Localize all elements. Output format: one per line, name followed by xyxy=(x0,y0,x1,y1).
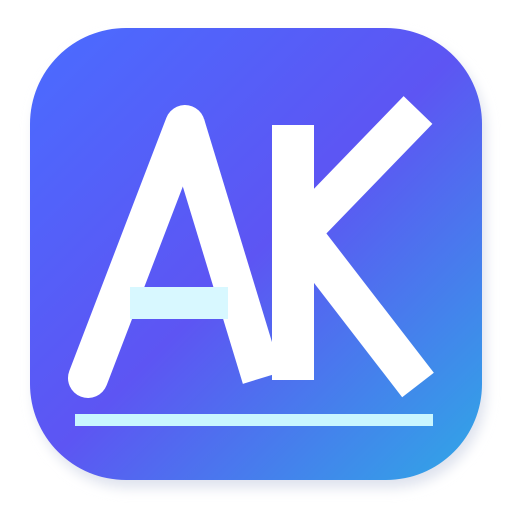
app-icon-canvas: AK xyxy=(0,0,512,512)
icon-background xyxy=(30,28,482,480)
app-icon[interactable] xyxy=(0,0,512,512)
underline-bar xyxy=(75,414,433,426)
letter-a-crossbar xyxy=(130,287,228,319)
